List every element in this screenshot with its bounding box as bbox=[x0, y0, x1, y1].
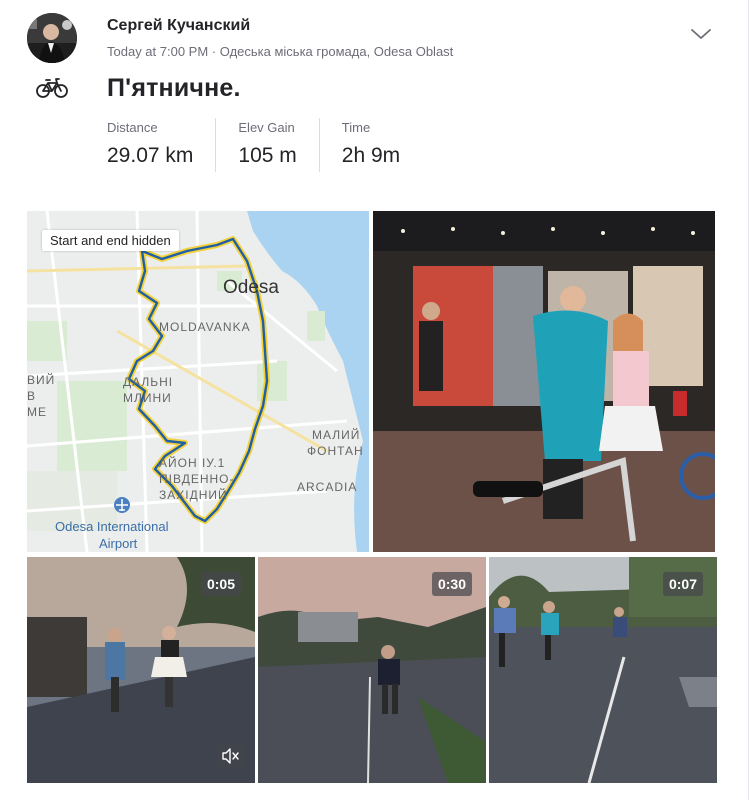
activity-meta: Today at 7:00 PM · Одеська міська громад… bbox=[107, 44, 453, 59]
stat-value: 105 m bbox=[238, 144, 297, 167]
route-map[interactable]: Odesa MOLDAVANKA ДАЛЬНІ МЛИНИ ВИЙ В МЕ М… bbox=[27, 211, 369, 552]
map-label-district: MOLDAVANKA bbox=[159, 320, 251, 334]
stats-row: Distance 29.07 km Elev Gain 105 m Time 2… bbox=[107, 118, 444, 174]
map-label-district: МАЛИЙ bbox=[312, 427, 360, 442]
map-label-airport: Odesa International bbox=[55, 519, 169, 534]
stat-label: Time bbox=[341, 120, 371, 135]
map-label-district: ФОНТАН bbox=[307, 444, 364, 458]
meta-separator: · bbox=[211, 44, 220, 59]
stat-label: Distance bbox=[107, 120, 158, 135]
map-label-district: МЛИНИ bbox=[123, 391, 172, 405]
chevron-down-icon[interactable] bbox=[689, 22, 713, 46]
map-label-airport: Airport bbox=[99, 536, 138, 551]
stat-value: 29.07 km bbox=[107, 144, 194, 167]
stat-elev-gain: Elev Gain 105 m bbox=[238, 118, 320, 172]
map-label-district: ЗАХІДНИЙ bbox=[159, 487, 228, 502]
map-label-district: В bbox=[27, 389, 36, 403]
stat-time: Time 2h 9m bbox=[342, 118, 422, 172]
video-duration: 0:05 bbox=[200, 572, 241, 596]
activity-title[interactable]: П'ятничне. bbox=[107, 74, 241, 103]
map-label-district: МЕ bbox=[27, 405, 47, 419]
activity-video[interactable]: 0:30 bbox=[258, 557, 486, 783]
stat-value: 2h 9m bbox=[341, 144, 401, 167]
activity-location: Одеська міська громада, Odesa Oblast bbox=[219, 44, 454, 59]
stat-label: Elev Gain bbox=[238, 120, 295, 135]
bicycle-icon bbox=[36, 76, 68, 100]
activity-video[interactable]: 0:07 bbox=[489, 557, 717, 783]
map-label-district: ПІВДЕННО- bbox=[159, 472, 235, 486]
stat-distance: Distance 29.07 km bbox=[107, 118, 217, 172]
activity-card: Сергей Кучанский Today at 7:00 PM · Одес… bbox=[0, 0, 749, 800]
activity-video[interactable]: 0:05 bbox=[27, 557, 255, 783]
map-label-district: АЙОН ІУ.1 bbox=[159, 455, 225, 470]
activity-photo[interactable] bbox=[373, 211, 715, 552]
mute-icon[interactable] bbox=[217, 743, 243, 769]
map-label-city: Odesa bbox=[223, 277, 279, 298]
map-label-district: ВИЙ bbox=[27, 372, 55, 387]
map-label-district: ДАЛЬНІ bbox=[123, 375, 173, 389]
activity-timestamp: Today at 7:00 PM bbox=[107, 44, 209, 59]
map-privacy-notice: Start and end hidden bbox=[42, 230, 179, 251]
map-label-district: ARCADIA bbox=[297, 480, 357, 494]
video-duration: 0:07 bbox=[662, 572, 703, 596]
video-duration: 0:30 bbox=[431, 572, 472, 596]
avatar[interactable] bbox=[27, 13, 77, 63]
athlete-name[interactable]: Сергей Кучанский bbox=[107, 17, 250, 35]
